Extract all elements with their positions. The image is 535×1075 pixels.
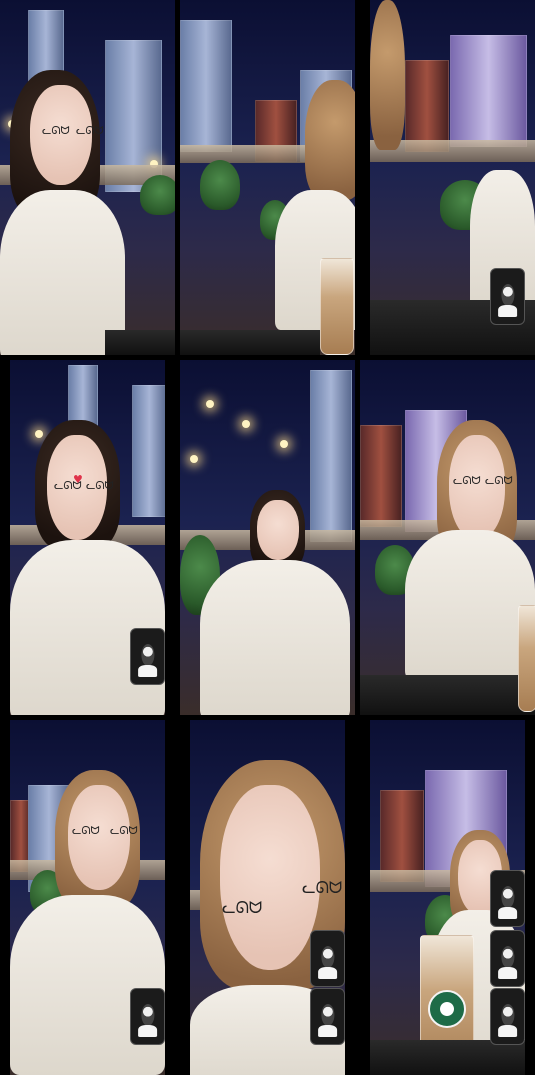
video-thumbnail-icon[interactable] — [310, 930, 345, 987]
video-tile-4[interactable]: ᓚᘏᗢ ♥ ᓚᘏᗢ — [10, 360, 165, 715]
cat-face-sticker: ᓚᘏᗢ — [42, 124, 70, 137]
video-tile-2[interactable] — [180, 0, 355, 355]
string-light — [280, 440, 288, 448]
plant — [200, 160, 240, 210]
participant: ᓚᘏᗢ ᓚᘏᗢ — [405, 420, 535, 680]
video-grid: ᓚᘏᗢ ᓚᘏᗢ ᓚᘏᗢ ♥ ᓚᘏᗢ ᓚᘏᗢ ᓚᘏᗢ ᓚᘏᗢ ᓚᘏᗢ ᓚᘏᗢ ᓚᘏ… — [0, 0, 535, 1075]
video-thumbnail-icon[interactable] — [130, 628, 165, 685]
coffee-logo-icon — [428, 990, 466, 1028]
participant: ᓚᘏᗢ ᓚᘏᗢ — [0, 60, 175, 355]
cat-face-sticker: ᓚᘏᗢ — [72, 824, 100, 837]
face — [68, 785, 130, 890]
face — [257, 500, 299, 560]
video-tile-3[interactable] — [370, 0, 535, 355]
t-shirt — [10, 895, 165, 1075]
heart-icon: ♥ — [73, 473, 83, 486]
video-thumbnail-icon[interactable] — [490, 988, 525, 1045]
skyscraper — [360, 425, 402, 527]
video-tile-7[interactable]: ᓚᘏᗢ ᓚᘏᗢ — [10, 720, 165, 1075]
video-thumbnail-icon[interactable] — [490, 930, 525, 987]
participant — [200, 490, 350, 715]
table — [370, 1040, 525, 1075]
video-tile-9[interactable] — [370, 720, 525, 1075]
cat-face-sticker: ᓚᘏᗢ — [302, 878, 343, 897]
hair — [370, 0, 405, 150]
skyscraper — [180, 20, 232, 152]
iced-coffee-cup — [518, 605, 535, 712]
cat-face-sticker: ᓚᘏᗢ — [485, 474, 513, 487]
hair — [305, 80, 355, 200]
cat-face-sticker: ᓚᘏᗢ — [110, 824, 138, 837]
video-tile-6[interactable]: ᓚᘏᗢ ᓚᘏᗢ — [360, 360, 535, 715]
video-tile-8[interactable]: ᓚᘏᗢ ᓚᘏᗢ — [190, 720, 345, 1075]
video-thumbnail-icon[interactable] — [310, 988, 345, 1045]
cat-face-sticker: ᓚᘏᗢ — [76, 124, 104, 137]
video-thumbnail-icon[interactable] — [130, 988, 165, 1045]
string-light — [242, 420, 250, 428]
video-tile-1[interactable]: ᓚᘏᗢ ᓚᘏᗢ — [0, 0, 175, 355]
face — [449, 435, 505, 540]
string-light — [206, 400, 214, 408]
t-shirt — [200, 560, 350, 715]
iced-coffee-cup — [320, 258, 354, 355]
string-light — [190, 455, 198, 463]
cat-face-sticker: ᓚᘏᗢ — [86, 479, 114, 492]
t-shirt — [405, 530, 535, 680]
video-tile-5[interactable] — [180, 360, 355, 715]
video-thumbnail-icon[interactable] — [490, 268, 525, 325]
cat-face-sticker: ᓚᘏᗢ — [222, 898, 263, 917]
skyscraper — [405, 60, 449, 152]
table — [180, 330, 320, 355]
participant — [370, 0, 410, 300]
skyscraper — [380, 790, 424, 882]
table — [360, 675, 535, 715]
table — [105, 330, 175, 355]
cat-face-sticker: ᓚᘏᗢ — [453, 474, 481, 487]
video-thumbnail-icon[interactable] — [490, 870, 525, 927]
skyscraper — [450, 35, 527, 147]
